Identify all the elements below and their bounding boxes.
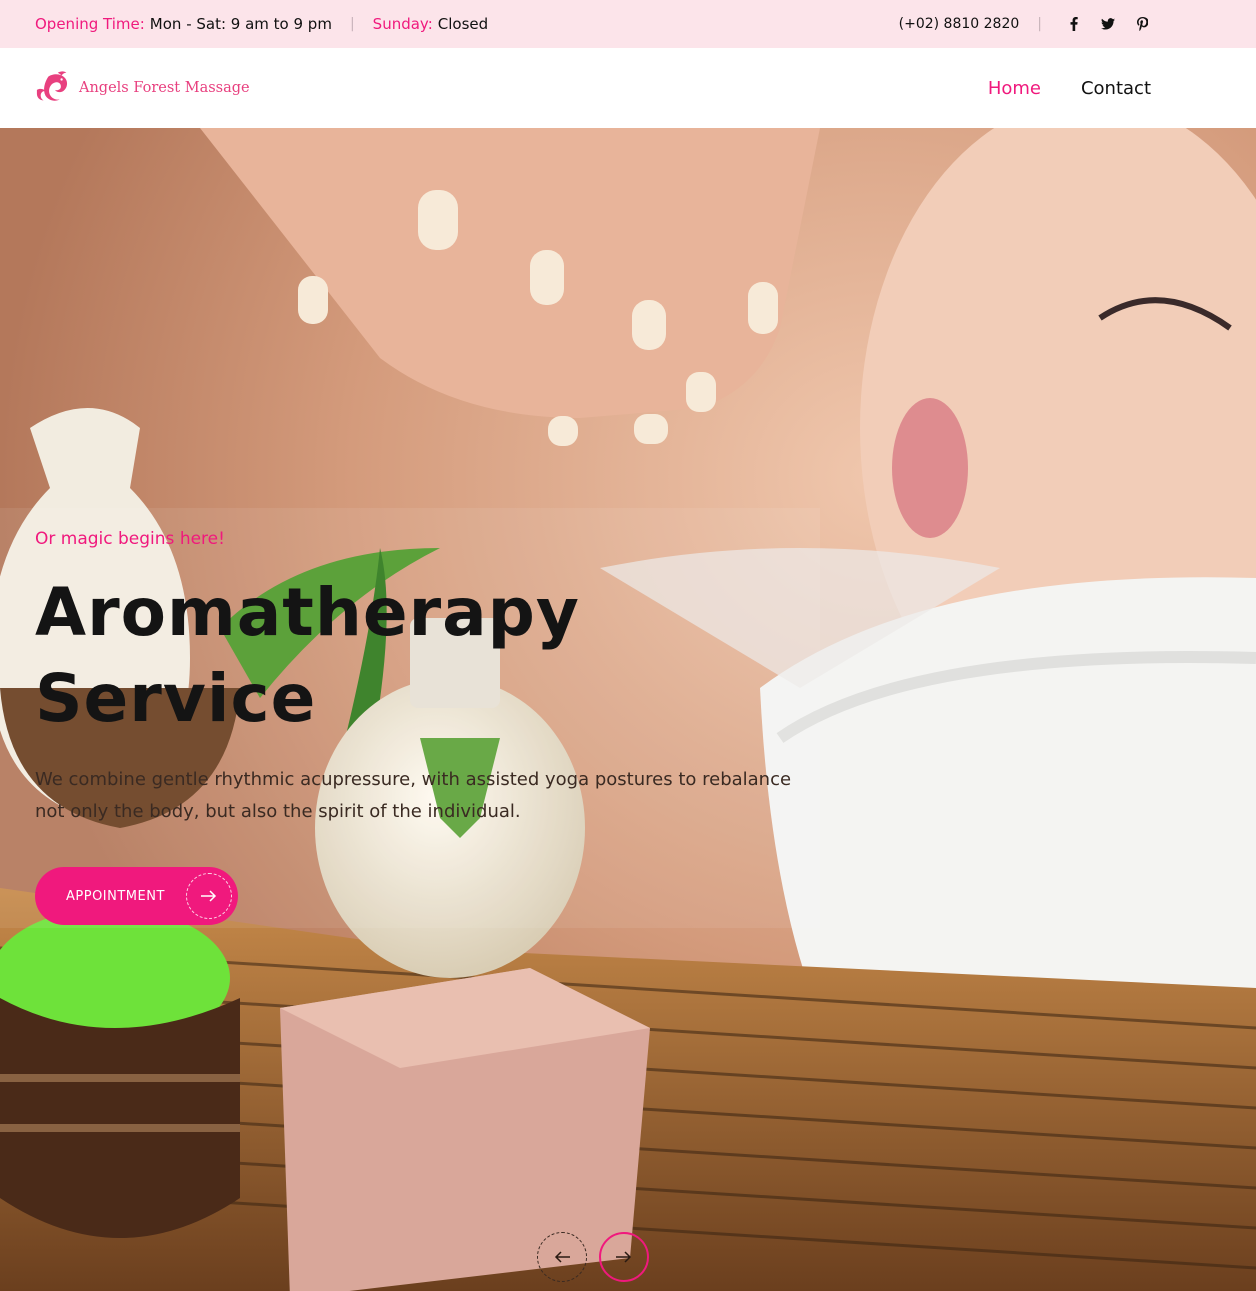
slider-controls xyxy=(537,1232,649,1282)
divider: | xyxy=(349,16,355,32)
arrow-right-icon xyxy=(186,873,232,919)
phone-number[interactable]: (+02) 8810 2820 xyxy=(899,16,1020,32)
logo-icon xyxy=(36,71,68,101)
hero-tagline: Or magic begins here! xyxy=(35,529,225,549)
nav-home[interactable]: Home xyxy=(988,78,1041,99)
logo-text: Angels Forest Massage xyxy=(79,80,250,96)
appointment-label: APPOINTMENT xyxy=(66,888,165,904)
pinterest-icon[interactable] xyxy=(1134,16,1150,32)
top-info-bar: Opening Time: Mon - Sat: 9 am to 9 pm | … xyxy=(0,0,1256,48)
hero-description: We combine gentle rhythmic acupressure, … xyxy=(35,769,792,822)
arrow-left-icon xyxy=(554,1248,570,1267)
slider-next-button[interactable] xyxy=(599,1232,649,1282)
site-logo[interactable]: Angels Forest Massage xyxy=(35,70,250,106)
hero-slider: Or magic begins here! Aromatherapy Servi… xyxy=(0,128,1256,1291)
facebook-icon[interactable] xyxy=(1066,16,1082,32)
hero-title: Aromatherapy Service xyxy=(35,570,580,742)
divider: | xyxy=(1037,16,1042,32)
sunday-label: Sunday: xyxy=(372,15,433,33)
slider-prev-button[interactable] xyxy=(537,1232,587,1282)
site-header: Angels Forest Massage Home Contact xyxy=(0,48,1256,128)
opening-hours: Opening Time: Mon - Sat: 9 am to 9 pm | … xyxy=(35,0,488,48)
opening-time-value: Mon - Sat: 9 am to 9 pm xyxy=(149,15,332,33)
nav-contact[interactable]: Contact xyxy=(1081,78,1151,99)
social-links xyxy=(1066,16,1150,32)
hero-title-line2: Service xyxy=(35,660,317,737)
appointment-button[interactable]: APPOINTMENT xyxy=(35,867,238,925)
main-nav: Home Contact xyxy=(948,48,1151,128)
twitter-icon[interactable] xyxy=(1100,16,1116,32)
contact-social: (+02) 8810 2820 | xyxy=(899,0,1150,48)
hero-title-line1: Aromatherapy xyxy=(35,574,580,651)
sunday-value: Closed xyxy=(437,15,489,33)
opening-time-label: Opening Time: xyxy=(35,15,145,33)
arrow-right-icon xyxy=(616,1248,632,1267)
